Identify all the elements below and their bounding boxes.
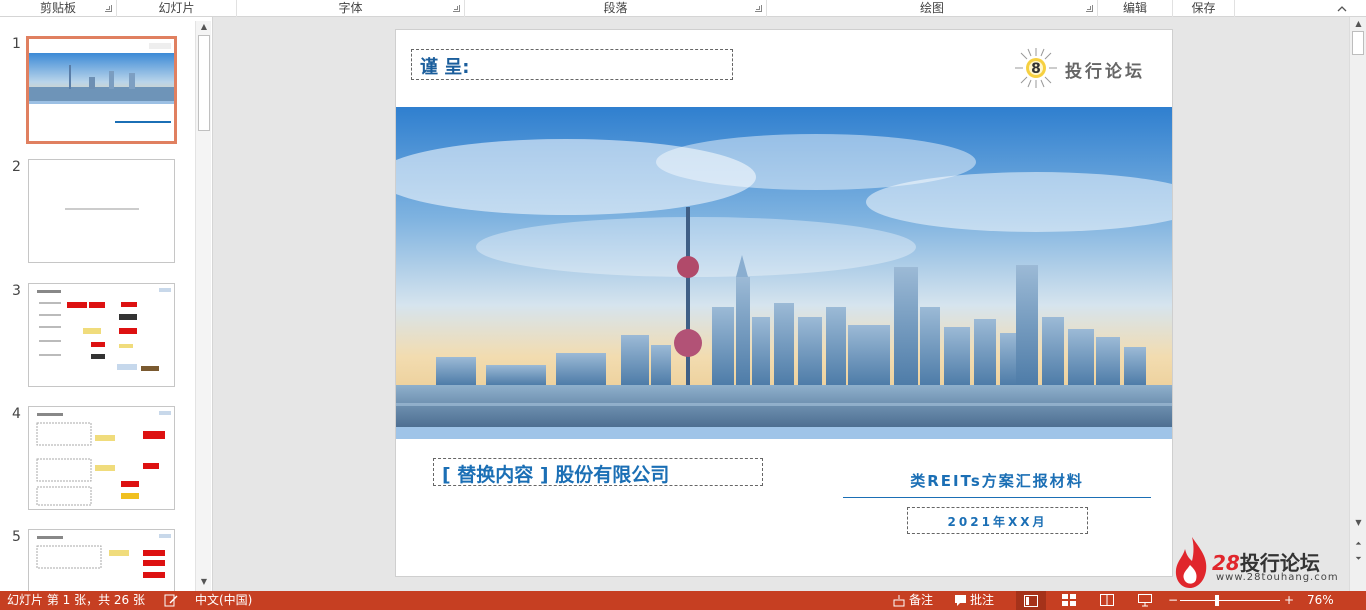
ribbon-group-slides: 幻灯片 (117, 0, 237, 17)
comments-button[interactable]: 批注 (970, 591, 994, 610)
addressee-textbox[interactable]: 谨 呈: (411, 49, 733, 80)
dialog-launcher-icon[interactable] (1086, 5, 1093, 12)
dialog-launcher-icon[interactable] (105, 5, 112, 12)
slide-thumbnail-4[interactable]: 4 (0, 406, 195, 512)
touhang-logo: 8 投行论坛 (1013, 46, 1163, 90)
thumbnails-scrollbar[interactable]: ▲ ▼ (195, 21, 211, 591)
report-date-textbox[interactable]: 2021年XX月 (907, 507, 1088, 534)
ribbon-group-font: 字体 (237, 0, 465, 17)
ribbon-group-label: 绘图 (919, 1, 944, 15)
site-watermark: 28投行论坛 www.28touhang.com (1172, 535, 1342, 590)
zoom-out-button[interactable]: − (1168, 591, 1178, 610)
scroll-down-icon[interactable]: ▼ (1353, 517, 1364, 528)
slide-number: 3 (12, 283, 21, 299)
zoom-in-button[interactable]: + (1284, 591, 1294, 610)
logo-text: 投行论坛 (1065, 62, 1145, 82)
slide-canvas[interactable]: 谨 呈: 8 投行论坛 [替换内容] 股份有限公司 类REITs方案汇报材料… (395, 29, 1173, 577)
reading-view-icon[interactable] (1100, 594, 1114, 610)
addressee-label: 谨 呈: (420, 57, 470, 78)
ribbon-group-clipboard: 剪贴板 (0, 0, 117, 17)
thumbnail-preview[interactable] (26, 36, 177, 144)
previous-slide-icon[interactable]: ⏶ (1353, 538, 1364, 549)
ribbon: 剪贴板 幻灯片 字体 段落 绘图 编辑 保存 (0, 0, 1366, 17)
thumbnail-preview[interactable] (28, 406, 175, 510)
ribbon-group-label: 保存 (1191, 1, 1216, 15)
slide-thumbnail-1[interactable]: 1 (0, 36, 195, 146)
next-slide-icon[interactable]: ⏷ (1353, 553, 1364, 564)
zoom-slider-thumb[interactable] (1215, 595, 1219, 606)
slide-number: 2 (12, 159, 21, 175)
scroll-up-icon[interactable]: ▲ (1353, 18, 1364, 29)
title-divider (843, 497, 1151, 498)
spell-check-icon[interactable] (164, 594, 178, 610)
scrollbar-thumb[interactable] (198, 35, 210, 131)
status-bar: 幻灯片 第 1 张，共 26 张 中文(中国) 备注 批注 − + 76% (0, 591, 1366, 610)
slide-count-status[interactable]: 幻灯片 第 1 张，共 26 张 (7, 591, 145, 610)
report-date: 2021年XX月 (947, 515, 1048, 529)
slide-thumbnail-2[interactable]: 2 (0, 159, 195, 265)
ribbon-group-editing: 编辑 (1098, 0, 1173, 17)
slideshow-icon[interactable] (1138, 594, 1152, 610)
city-skyline-image[interactable] (396, 107, 1173, 439)
language-status[interactable]: 中文(中国) (195, 591, 252, 610)
slide-thumbnails-pane: 1 2 3 4 5 ▲ ▼ (0, 17, 213, 591)
ribbon-group-label: 编辑 (1122, 1, 1147, 15)
ribbon-group-label: 剪贴板 (39, 1, 76, 15)
dialog-launcher-icon[interactable] (453, 5, 460, 12)
sun-logo-icon: 8 (1015, 48, 1057, 88)
company-name: [ 替换内容 ] 股份有限公司 (442, 464, 670, 486)
thumbnail-preview[interactable] (28, 159, 175, 263)
slide-sorter-icon[interactable] (1062, 594, 1076, 610)
ribbon-group-label: 段落 (603, 1, 628, 15)
company-name-textbox[interactable]: [ 替换内容 ] 股份有限公司 (433, 458, 763, 486)
ribbon-group-label: 幻灯片 (158, 1, 195, 15)
zoom-percent[interactable]: 76% (1307, 591, 1334, 610)
ribbon-group-label: 字体 (338, 1, 363, 15)
slide-thumbnail-5[interactable]: 5 (0, 529, 195, 591)
scroll-down-icon[interactable]: ▼ (199, 577, 209, 587)
thumbnail-preview[interactable] (28, 283, 175, 387)
slide-number: 4 (12, 406, 21, 422)
slide-number: 5 (12, 529, 21, 545)
flame-logo-icon (1175, 537, 1207, 588)
ribbon-group-drawing: 绘图 (767, 0, 1098, 17)
normal-view-icon[interactable] (1016, 591, 1046, 610)
powerpoint-window: 剪贴板 幻灯片 字体 段落 绘图 编辑 保存 1 2 3 4 5 ▲ ▼ 谨 呈… (0, 0, 1366, 610)
comments-icon[interactable] (954, 594, 967, 610)
slide-scrollbar[interactable]: ▲ ▼ ⏶ ⏷ (1349, 17, 1366, 591)
zoom-slider[interactable] (1180, 600, 1280, 601)
logo-mark: 8 (1031, 61, 1041, 77)
ribbon-group-save: 保存 (1173, 0, 1235, 17)
scroll-up-icon[interactable]: ▲ (199, 22, 209, 32)
scrollbar-thumb[interactable] (1352, 31, 1364, 55)
watermark-url: www.28touhang.com (1216, 572, 1339, 583)
notes-icon[interactable] (893, 594, 905, 610)
slide-editor: 谨 呈: 8 投行论坛 [替换内容] 股份有限公司 类REITs方案汇报材料… (214, 17, 1349, 591)
thumbnail-preview[interactable] (28, 529, 175, 591)
ribbon-group-paragraph: 段落 (465, 0, 767, 17)
notes-button[interactable]: 备注 (909, 591, 933, 610)
slide-number: 1 (12, 36, 21, 52)
slide-thumbnail-3[interactable]: 3 (0, 283, 195, 389)
chevron-up-icon[interactable] (1336, 3, 1348, 15)
dialog-launcher-icon[interactable] (755, 5, 762, 12)
report-title[interactable]: 类REITs方案汇报材料 (843, 470, 1151, 491)
